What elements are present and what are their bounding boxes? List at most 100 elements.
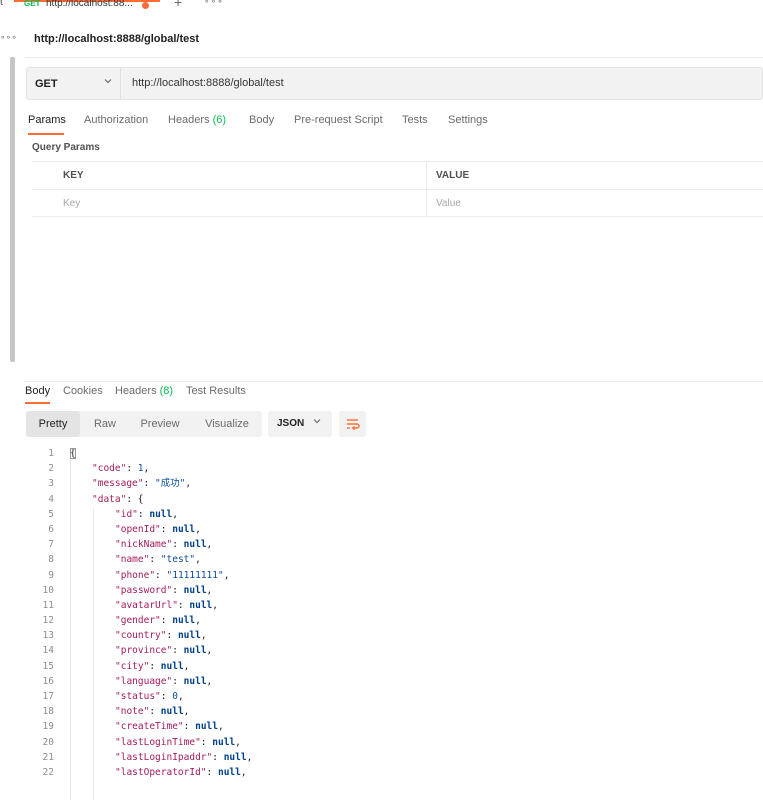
table-header-row: KEY VALUE (32, 161, 763, 189)
line-number: 21 (42, 751, 54, 763)
resp-tab-headers[interactable]: Headers (8) (115, 385, 173, 397)
resp-tab-test-results[interactable]: Test Results (186, 385, 246, 397)
json-punct: , (172, 508, 178, 520)
json-key: "password" (115, 584, 173, 596)
json-key: "avatarUrl" (115, 599, 178, 611)
code-line: 7 "nickName": null, (26, 537, 763, 552)
code-line: 22 "lastOperatorId": null, (26, 765, 763, 780)
line-number: 19 (42, 721, 54, 733)
code-line: 10 "password": null, (26, 583, 763, 598)
request-tab[interactable]: GET http://localhost:88... (14, 0, 160, 14)
value-input[interactable]: Value (436, 198, 461, 209)
json-value: null (189, 599, 213, 611)
line-number: 11 (42, 599, 54, 611)
code-text: "province": null, (115, 645, 213, 657)
json-punct: , (246, 751, 253, 763)
code-text: "language": null, (115, 675, 213, 687)
format-value: JSON (277, 418, 305, 429)
code-line: 5 "id": null, (26, 507, 763, 522)
tab-more-icon[interactable]: ∘∘∘ (204, 0, 224, 7)
line-number: 8 (48, 554, 54, 566)
tab-params[interactable]: Params (28, 114, 66, 126)
json-key: "createTime" (115, 721, 184, 733)
json-key: "data" (92, 493, 127, 505)
resp-tab-cookies[interactable]: Cookies (63, 385, 103, 397)
code-text: "message": "成功", (92, 478, 192, 490)
code-line: 3 "message": "成功", (26, 476, 763, 491)
json-key: "name" (115, 554, 150, 566)
code-text: "password": null, (115, 584, 213, 596)
tab-edge-text[interactable]: t (0, 0, 3, 8)
json-key: "phone" (115, 569, 156, 581)
code-text: "lastLoginTime": null, (115, 736, 241, 748)
view-pretty-button[interactable]: Pretty (26, 411, 80, 437)
view-raw-button[interactable]: Raw (84, 411, 126, 437)
chevron-down-icon (312, 416, 322, 429)
line-number: 6 (48, 523, 54, 535)
line-number: 18 (42, 706, 54, 718)
json-key: "nickName" (115, 539, 173, 551)
json-value: null (177, 630, 201, 642)
line-number: 16 (42, 675, 54, 687)
line-number: 17 (42, 691, 54, 702)
json-punct: , (177, 691, 184, 702)
json-key: "lastOperatorId" (115, 766, 207, 778)
code-text: "status": 0, (115, 691, 184, 702)
tab-settings[interactable]: Settings (448, 114, 488, 126)
headers-count: (6) (212, 114, 227, 126)
code-line: 15 "city": null, (26, 659, 763, 674)
tab-authorization[interactable]: Authorization (84, 114, 148, 126)
column-divider[interactable] (426, 162, 427, 189)
format-select[interactable]: JSON (268, 411, 332, 437)
code-line: 9 "phone": "11111111", (26, 568, 763, 583)
json-value: null (149, 508, 173, 520)
json-key: "lastLoginIpaddr" (115, 751, 213, 763)
code-line: 2 "code": 1, (26, 461, 763, 476)
json-punct: , (185, 478, 192, 490)
response-divider[interactable] (25, 381, 763, 382)
json-value: null (160, 660, 184, 672)
json-punct: , (143, 463, 150, 475)
json-punct: , (183, 706, 190, 718)
new-tab-plus-icon[interactable]: + (174, 0, 182, 10)
sidebar-scrollbar[interactable] (10, 57, 15, 362)
url-input[interactable]: http://localhost:8888/global/test (132, 77, 284, 89)
tab-tests[interactable]: Tests (402, 114, 428, 126)
request-breadcrumb[interactable]: http://localhost:8888/global/test (34, 33, 199, 45)
line-number: 7 (48, 539, 54, 551)
json-punct: , (206, 539, 213, 551)
tab-pre-request-script[interactable]: Pre-request Script (294, 114, 383, 126)
json-punct: , (206, 584, 213, 596)
code-text: "code": 1, (92, 463, 150, 475)
json-punct: , (206, 645, 213, 657)
json-key: "status" (115, 691, 161, 702)
code-line: 17 "status": 0, (26, 689, 763, 704)
method-select[interactable]: GET (27, 68, 121, 99)
line-number: 15 (42, 660, 54, 672)
resp-tab-body[interactable]: Body (25, 385, 50, 397)
table-row: Key Value (32, 189, 763, 217)
json-punct: , (195, 615, 201, 627)
key-input[interactable]: Key (63, 198, 80, 209)
json-value: null (183, 675, 207, 687)
code-text: "gender": null, (115, 615, 201, 627)
view-visualize-button[interactable]: Visualize (196, 411, 258, 437)
code-line: 16 "language": null, (26, 674, 763, 689)
json-value: "11111111" (166, 569, 224, 581)
tab-body[interactable]: Body (249, 114, 274, 126)
sidebar-more-icon[interactable]: ∘∘∘ (0, 32, 17, 43)
json-key: "city" (115, 660, 150, 672)
code-line: 13 "country": null, (26, 628, 763, 643)
json-punct: , (195, 554, 201, 566)
code-line: 8 "name": "test", (26, 552, 763, 567)
code-text: "country": null, (115, 630, 207, 642)
json-punct: , (195, 523, 201, 535)
json-value: null (212, 736, 236, 748)
url-bar: GET http://localhost:8888/global/test (26, 67, 763, 100)
view-preview-button[interactable]: Preview (130, 411, 190, 437)
code-line: 19 "createTime": null, (26, 719, 763, 734)
response-body-editor[interactable]: 1{2 "code": 1, 3 "message": "成功", 4 "data": {… (26, 446, 763, 800)
tab-headers[interactable]: Headers (6) (168, 114, 226, 126)
json-punct: , (212, 599, 218, 611)
wrap-lines-button[interactable] (339, 411, 366, 437)
